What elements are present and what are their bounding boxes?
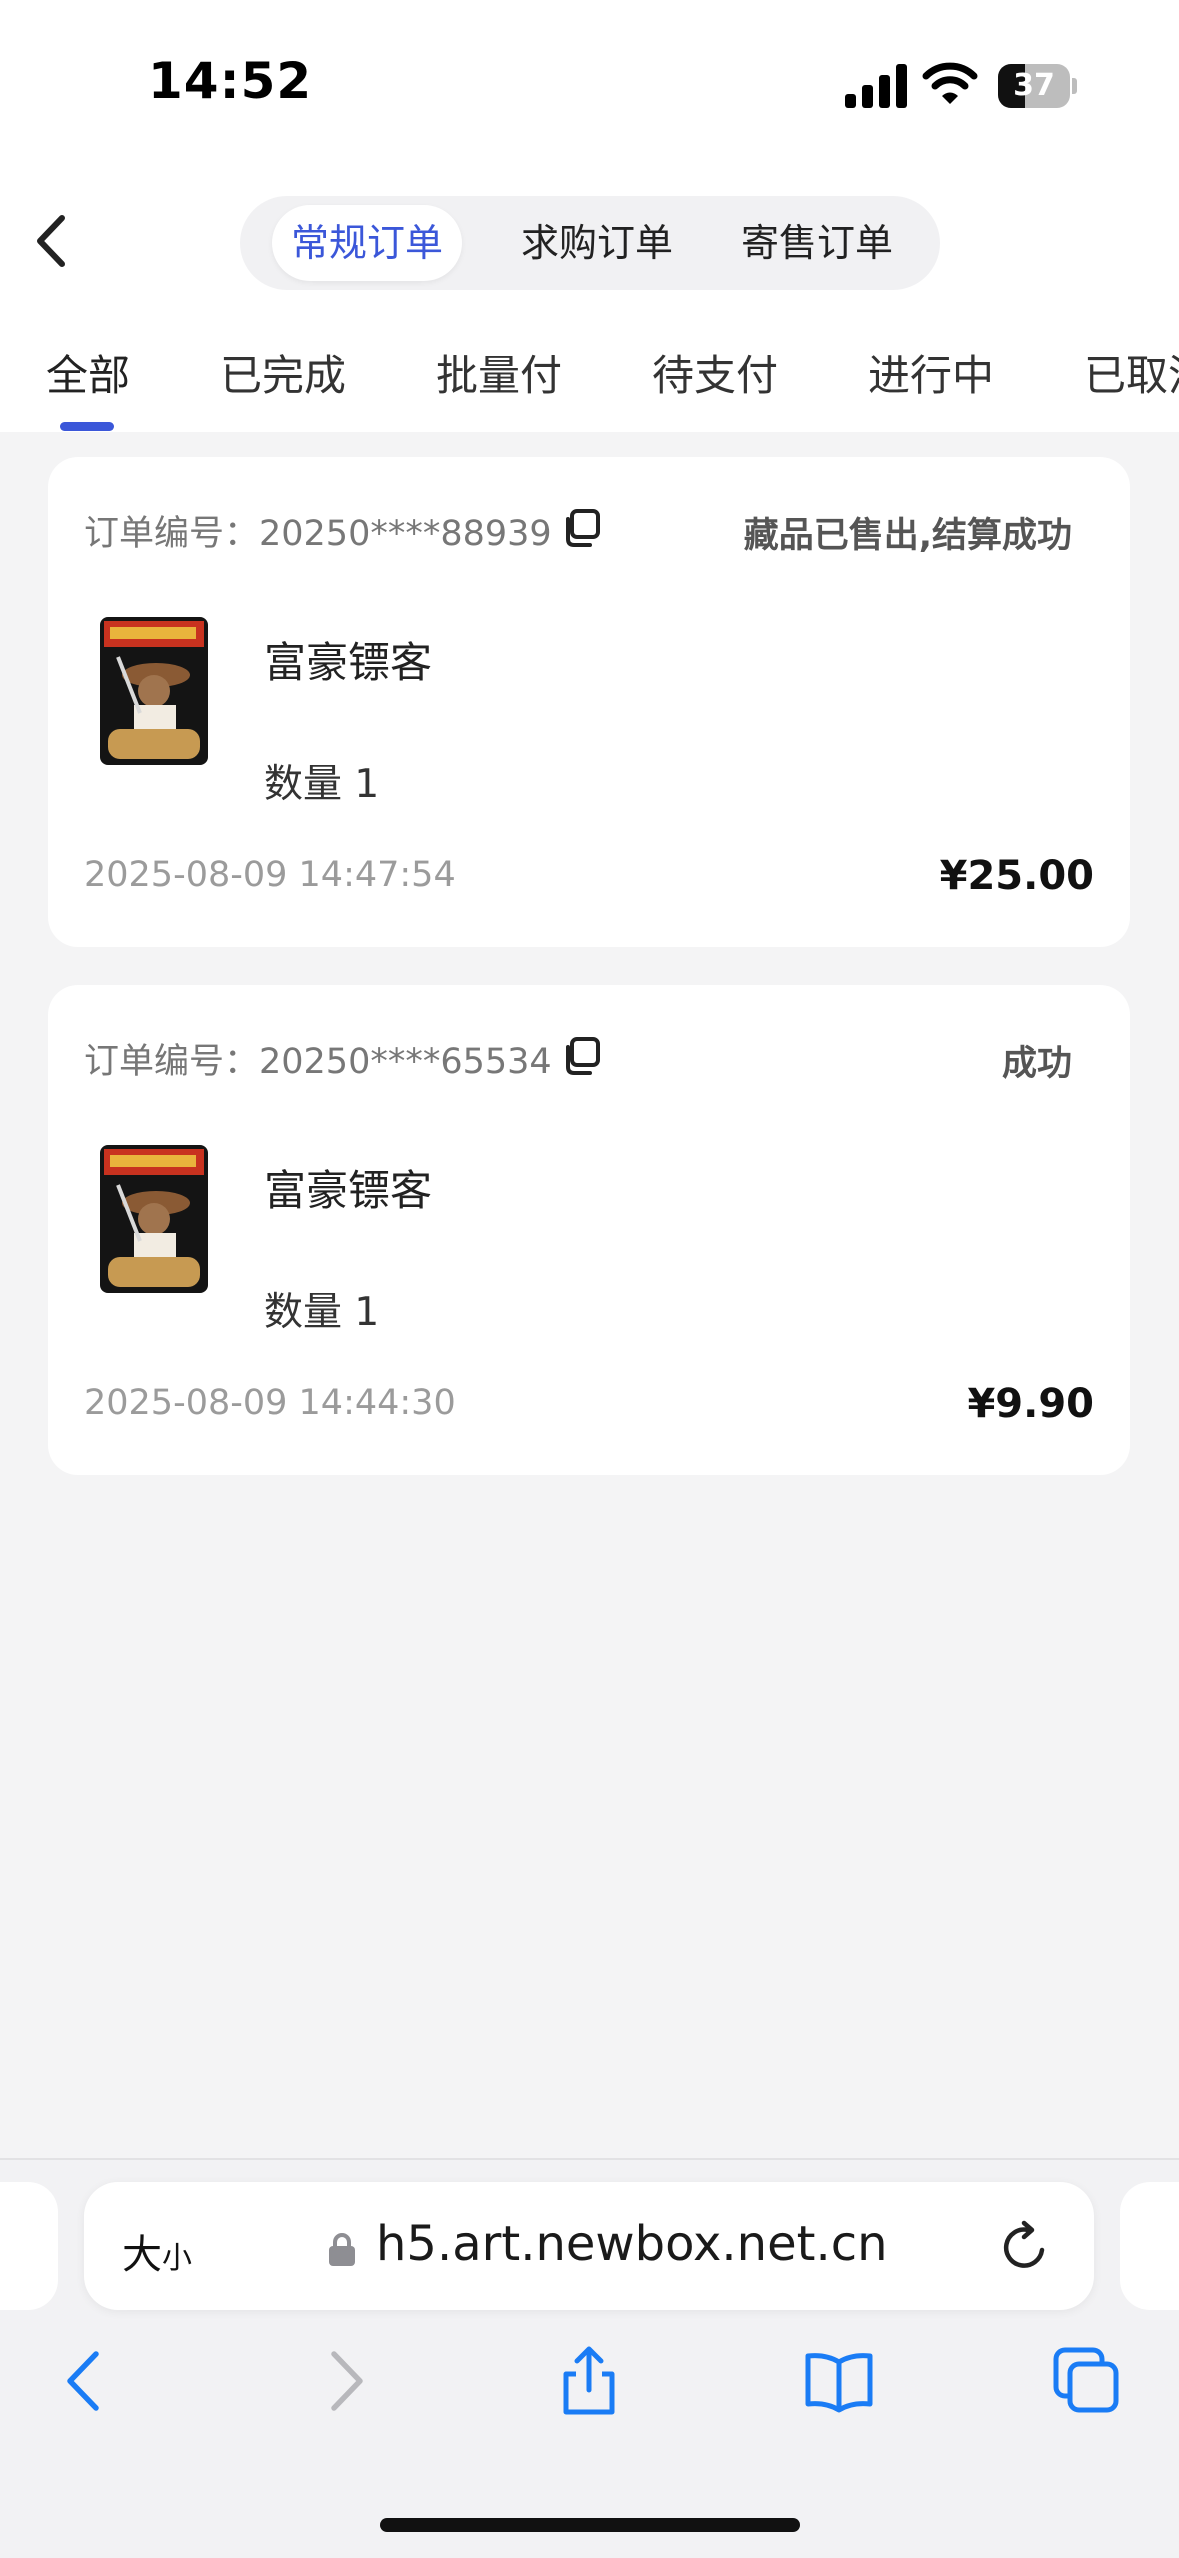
item-name: 富豪镖客 xyxy=(264,638,433,687)
order-number: 订单编号：20250****88939 xyxy=(84,514,552,554)
tabs-icon[interactable] xyxy=(1052,2346,1122,2416)
item-thumbnail xyxy=(100,617,208,765)
next-tab-pill[interactable] xyxy=(1120,2182,1179,2310)
tab-cancelled[interactable]: 已取消 xyxy=(1084,342,1179,403)
active-tab-indicator xyxy=(60,422,114,431)
lock-icon xyxy=(329,2233,355,2266)
order-time: 2025-08-09 14:47:54 xyxy=(84,855,456,895)
order-price: ¥9.90 xyxy=(967,1381,1094,1427)
back-arrow-icon[interactable] xyxy=(52,2346,122,2416)
order-number: 订单编号：20250****65534 xyxy=(84,1042,552,1082)
text-size-button[interactable]: 大小 xyxy=(122,2222,192,2280)
order-type-segmented-control: 常规订单 求购订单 寄售订单 xyxy=(240,196,940,290)
order-status: 藏品已售出,结算成功 xyxy=(743,516,1072,556)
segment-consignment-orders[interactable]: 寄售订单 xyxy=(722,205,912,281)
bookmarks-icon[interactable] xyxy=(804,2346,874,2416)
copy-icon[interactable] xyxy=(562,1037,600,1075)
tab-batch-pay[interactable]: 批量付 xyxy=(436,342,562,403)
status-tabs: 全部 已完成 批量付 待支付 进行中 已取消 xyxy=(0,330,1179,432)
battery-icon: 37 xyxy=(998,64,1077,108)
address-bar[interactable]: 大小 h5.art.newbox.net.cn xyxy=(84,2182,1094,2310)
tab-pending-payment[interactable]: 待支付 xyxy=(652,342,778,403)
copy-icon[interactable] xyxy=(562,509,600,547)
item-quantity: 数量 1 xyxy=(264,1290,380,1335)
segment-purchase-orders[interactable]: 求购订单 xyxy=(502,205,692,281)
share-icon[interactable] xyxy=(554,2346,624,2416)
item-thumbnail xyxy=(100,1145,208,1293)
home-indicator xyxy=(380,2518,800,2532)
status-time: 14:52 xyxy=(148,52,313,110)
item-quantity: 数量 1 xyxy=(264,762,380,807)
order-card[interactable]: 订单编号：20250****88939 藏品已售出,结算成功 富豪镖客 数量 1… xyxy=(48,457,1130,947)
segment-regular-orders[interactable]: 常规订单 xyxy=(272,205,462,281)
order-card[interactable]: 订单编号：20250****65534 成功 富豪镖客 数量 1 2025-08… xyxy=(48,985,1130,1475)
reload-icon[interactable] xyxy=(998,2220,1052,2274)
previous-tab-pill[interactable] xyxy=(0,2182,58,2310)
url-text: h5.art.newbox.net.cn xyxy=(376,2216,888,2272)
wifi-icon xyxy=(922,62,978,104)
order-time: 2025-08-09 14:44:30 xyxy=(84,1383,456,1423)
order-price: ¥25.00 xyxy=(939,853,1094,899)
tab-all[interactable]: 全部 xyxy=(46,342,130,403)
item-name: 富豪镖客 xyxy=(264,1166,433,1215)
tab-completed[interactable]: 已完成 xyxy=(220,342,346,403)
order-status: 成功 xyxy=(1001,1044,1072,1084)
tab-in-progress[interactable]: 进行中 xyxy=(868,342,994,403)
forward-arrow-icon[interactable] xyxy=(308,2346,378,2416)
battery-percent: 37 xyxy=(1013,68,1055,103)
chevron-left-icon[interactable] xyxy=(30,212,74,270)
cellular-signal-icon xyxy=(845,64,907,108)
